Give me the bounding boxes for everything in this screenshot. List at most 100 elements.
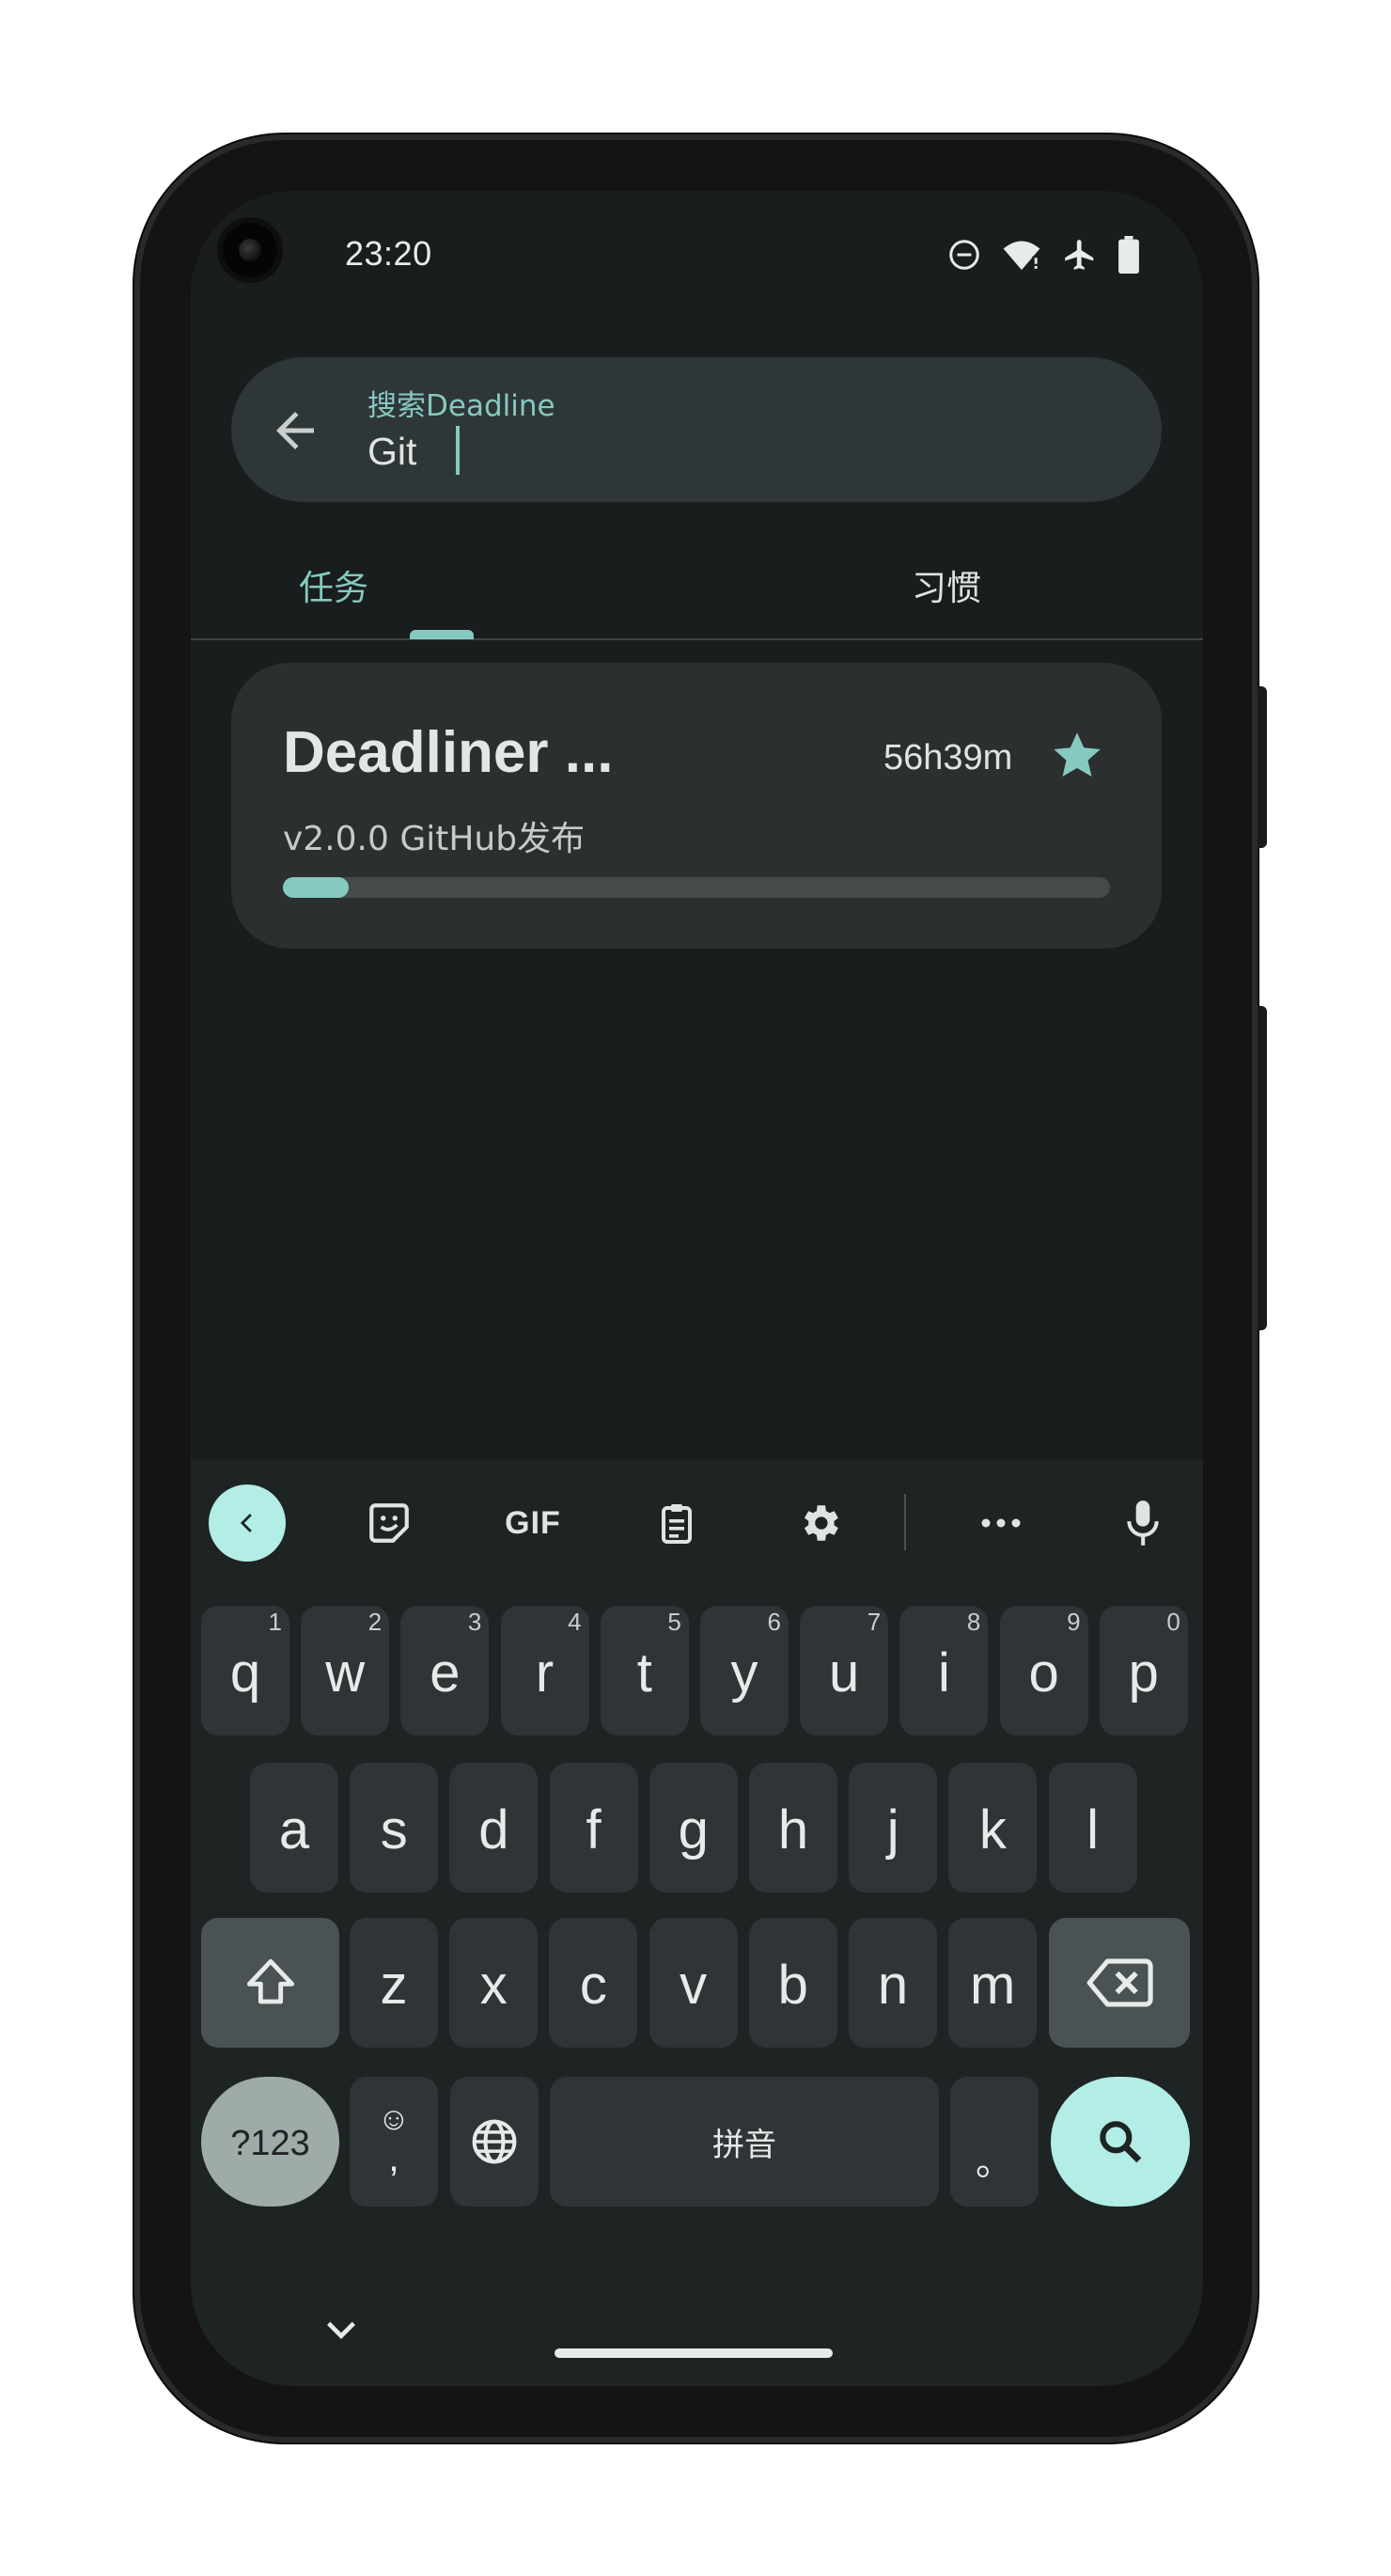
task-remaining-time: 56h39m: [883, 738, 1013, 778]
wifi-icon: [1003, 241, 1040, 271]
key-n[interactable]: n: [849, 1918, 937, 2048]
key-o[interactable]: o9: [999, 1606, 1088, 1736]
period-key[interactable]: 。: [950, 2077, 1039, 2207]
key-m-label: m: [970, 1954, 1016, 2016]
power-button: [1258, 686, 1267, 848]
tab-indicator: [410, 630, 474, 639]
key-j[interactable]: j: [849, 1763, 938, 1893]
emoji-face-icon: ☺: [377, 2101, 411, 2137]
status-time: 23:20: [345, 234, 432, 273]
key-o-hint: 9: [1067, 1608, 1081, 1636]
key-i[interactable]: i8: [899, 1606, 989, 1736]
key-u[interactable]: u7: [800, 1606, 889, 1736]
task-subtitle: v2.0.0 GitHub发布: [283, 820, 586, 858]
key-m[interactable]: m: [948, 1918, 1038, 2048]
key-q-label: q: [229, 1641, 261, 1704]
key-t[interactable]: t5: [600, 1606, 689, 1736]
key-l[interactable]: l: [1048, 1763, 1137, 1893]
home-indicator[interactable]: [555, 2348, 833, 2358]
keyboard-toolbar: GIF: [191, 1460, 1203, 1582]
emoji-comma-key[interactable]: ☺ ,: [350, 2077, 438, 2207]
sticker-icon[interactable]: [351, 1484, 428, 1562]
key-d-label: d: [478, 1798, 509, 1861]
task-progress-fill: [283, 877, 350, 898]
key-e[interactable]: e3: [400, 1606, 490, 1736]
key-f[interactable]: f: [549, 1763, 638, 1893]
key-v-label: v: [680, 1954, 708, 2016]
key-w-hint: 2: [367, 1608, 383, 1636]
key-b[interactable]: b: [748, 1918, 837, 2048]
space-key-label: 拼音: [712, 2126, 776, 2164]
search-bar[interactable]: 搜索Deadline: [231, 357, 1162, 502]
screen: 23:20 搜索Deadline 任务: [191, 191, 1203, 2386]
key-b-label: b: [777, 1954, 808, 2016]
star-icon[interactable]: [1049, 727, 1105, 783]
space-key[interactable]: 拼音: [550, 2077, 939, 2207]
task-card[interactable]: Deadliner ... 56h39m v2.0.0 GitHub发布: [231, 663, 1162, 949]
microphone-icon[interactable]: [1104, 1484, 1181, 1562]
key-d[interactable]: d: [449, 1763, 539, 1893]
search-input[interactable]: [367, 423, 1101, 479]
key-x[interactable]: x: [449, 1918, 539, 2048]
key-y[interactable]: y6: [700, 1606, 789, 1736]
key-r[interactable]: r4: [500, 1606, 589, 1736]
symbols-key-label: ?123: [230, 2123, 310, 2163]
collapse-chevron-icon[interactable]: [209, 1484, 286, 1562]
tab-tasks-label: 任务: [299, 568, 368, 608]
gif-label: GIF: [505, 1504, 561, 1541]
clipboard-icon[interactable]: [638, 1484, 715, 1562]
task-title: Deadliner ...: [283, 720, 614, 785]
key-u-hint: 7: [867, 1608, 882, 1636]
key-n-label: n: [877, 1954, 909, 2016]
key-i-hint: 8: [966, 1608, 981, 1636]
key-v[interactable]: v: [649, 1918, 738, 2048]
key-t-label: t: [636, 1641, 652, 1704]
key-l-label: l: [1086, 1798, 1100, 1861]
tab-tasks[interactable]: 任务: [191, 539, 698, 640]
task-progress-bar: [283, 877, 1110, 898]
key-x-label: x: [479, 1954, 508, 2016]
key-y-hint: 6: [767, 1608, 781, 1636]
key-p[interactable]: p0: [1099, 1606, 1188, 1736]
key-r-hint: 4: [568, 1608, 582, 1636]
key-w[interactable]: w2: [301, 1606, 390, 1736]
key-s-label: s: [380, 1798, 408, 1861]
period-label: 。: [976, 2142, 1013, 2183]
comma-label: ,: [388, 2135, 399, 2179]
hide-keyboard-chevron-icon[interactable]: [322, 2316, 360, 2344]
more-icon[interactable]: [962, 1484, 1039, 1562]
key-q[interactable]: q1: [201, 1606, 289, 1736]
key-k[interactable]: k: [948, 1763, 1038, 1893]
key-z-label: z: [380, 1954, 408, 2016]
key-c[interactable]: c: [549, 1918, 638, 2048]
key-p-hint: 0: [1166, 1608, 1180, 1636]
key-g[interactable]: g: [649, 1763, 738, 1893]
search-icon: [1100, 2121, 1142, 2163]
battery-icon: [1118, 236, 1139, 274]
key-a[interactable]: a: [250, 1763, 338, 1893]
tab-habits[interactable]: 习惯: [696, 539, 1203, 640]
gif-icon[interactable]: GIF: [494, 1484, 571, 1562]
key-e-label: e: [430, 1641, 461, 1704]
toolbar-divider: [904, 1494, 906, 1550]
key-y-label: y: [730, 1641, 758, 1704]
key-c-label: c: [579, 1954, 607, 2016]
key-h[interactable]: h: [749, 1763, 837, 1893]
globe-key[interactable]: [450, 2077, 539, 2207]
key-r-label: r: [535, 1641, 555, 1704]
key-f-label: f: [586, 1798, 602, 1861]
search-key[interactable]: [1051, 2077, 1190, 2207]
key-k-label: k: [978, 1798, 1007, 1861]
key-o-label: o: [1028, 1641, 1059, 1704]
key-z[interactable]: z: [350, 1918, 438, 2048]
symbols-key[interactable]: ?123: [201, 2077, 339, 2207]
shift-key[interactable]: [201, 1918, 339, 2048]
tab-bar: 任务 习惯: [191, 539, 1203, 640]
key-s[interactable]: s: [350, 1763, 439, 1893]
do-not-disturb-icon: [949, 240, 979, 270]
backspace-key[interactable]: [1049, 1918, 1190, 2048]
volume-button: [1258, 1006, 1267, 1330]
back-arrow-icon[interactable]: [267, 402, 323, 459]
key-t-hint: 5: [667, 1608, 681, 1636]
settings-gear-icon[interactable]: [781, 1484, 858, 1562]
